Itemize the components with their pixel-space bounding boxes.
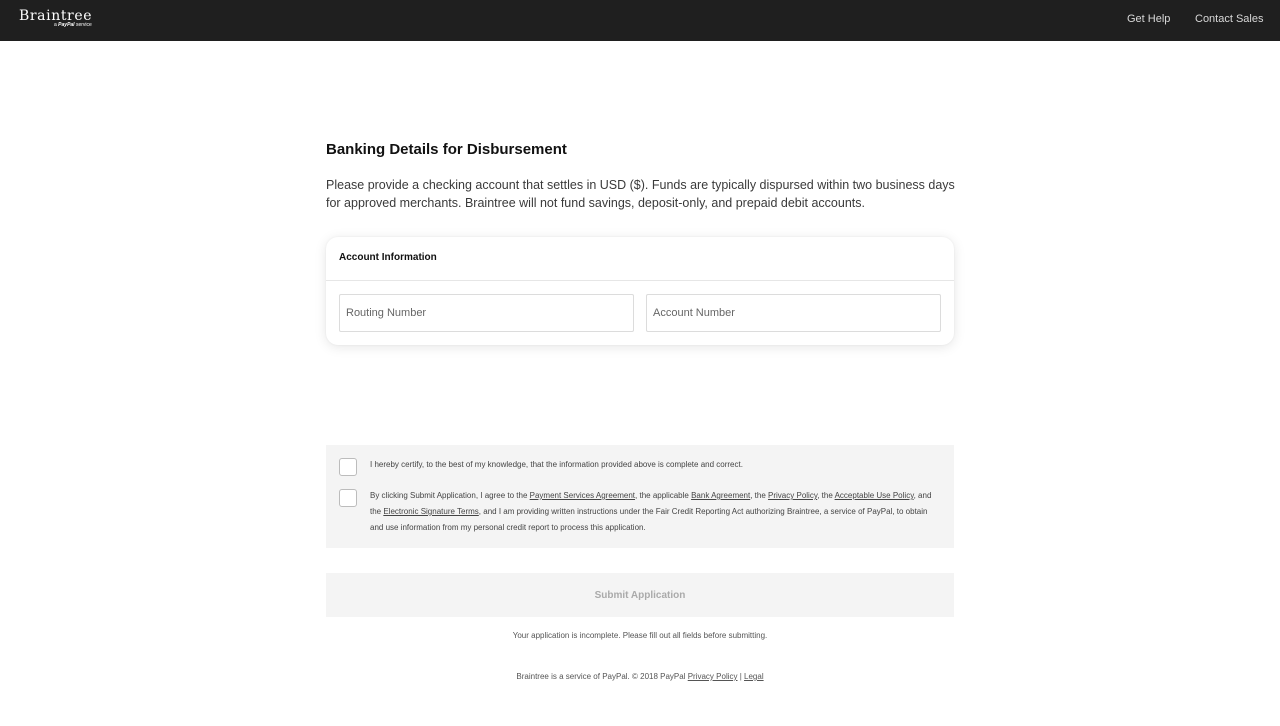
page-title: Banking Details for Disbursement — [326, 141, 567, 158]
electronic-signature-terms-link[interactable]: Electronic Signature Terms — [383, 507, 478, 516]
certify-checkbox[interactable] — [339, 458, 357, 476]
card-divider — [326, 280, 954, 281]
privacy-policy-link[interactable]: Privacy Policy — [768, 491, 817, 500]
nav-get-help-link[interactable]: Get Help — [1127, 12, 1170, 26]
intro-text: Please provide a checking account that s… — [326, 178, 955, 210]
incomplete-status-text: Your application is incomplete. Please f… — [512, 631, 768, 640]
braintree-logo[interactable]: Braintree a PayPal service — [19, 8, 99, 30]
agree-terms-checkbox[interactable] — [339, 489, 357, 507]
page-footer: Braintree is a service of PayPal. © 2018… — [516, 672, 764, 681]
payment-services-agreement-link[interactable]: Payment Services Agreement — [530, 491, 635, 500]
routing-number-input[interactable] — [339, 294, 634, 332]
agree-terms-text: By clicking Submit Application, I agree … — [370, 491, 932, 532]
submit-application-button[interactable]: Submit Application — [326, 573, 954, 617]
acceptable-use-policy-link[interactable]: Acceptable Use Policy — [835, 491, 914, 500]
consent-panel: I hereby certify, to the best of my know… — [326, 445, 954, 548]
logo-tagline: a PayPal service — [54, 22, 92, 28]
footer-privacy-policy-link[interactable]: Privacy Policy — [688, 672, 738, 681]
account-number-input[interactable] — [646, 294, 941, 332]
account-information-card: Account Information — [326, 237, 954, 345]
top-nav-bar: Braintree a PayPal service Get Help Cont… — [0, 0, 1280, 41]
certify-text: I hereby certify, to the best of my know… — [370, 460, 743, 469]
nav-contact-sales-link[interactable]: Contact Sales — [1195, 12, 1263, 26]
bank-agreement-link[interactable]: Bank Agreement — [691, 491, 750, 500]
footer-legal-link[interactable]: Legal — [744, 672, 764, 681]
card-heading: Account Information — [339, 252, 437, 263]
